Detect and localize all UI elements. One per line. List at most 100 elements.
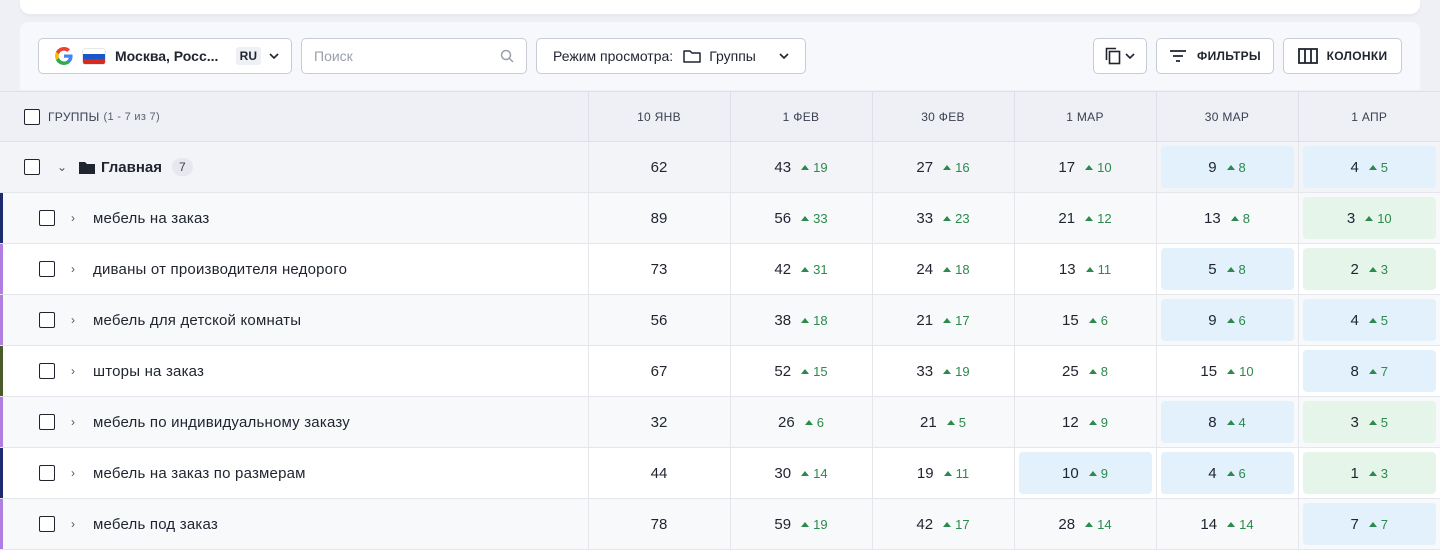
copy-icon xyxy=(1105,47,1121,65)
position-value-box: 56 xyxy=(593,299,726,341)
delta-value: 12 xyxy=(1097,210,1112,226)
position-value: 52 xyxy=(774,362,792,380)
position-cell: 13 8 xyxy=(1156,192,1299,244)
position-cell: 56 xyxy=(588,294,731,346)
position-value-box: 89 xyxy=(593,197,726,239)
position-delta: 5 xyxy=(1368,159,1389,175)
row-checkbox[interactable] xyxy=(24,159,40,175)
delta-value: 4 xyxy=(1238,414,1246,430)
position-cell: 25 8 xyxy=(1014,345,1157,397)
position-value-box: 23 xyxy=(1302,248,1436,290)
position-value: 21 xyxy=(916,311,934,329)
view-mode-select[interactable]: Режим просмотра: Группы xyxy=(536,38,806,74)
delta-value: 9 xyxy=(1100,465,1108,481)
chevron-right-icon[interactable]: › xyxy=(71,262,81,276)
search-input[interactable]: Поиск xyxy=(301,38,527,74)
keyword-row[interactable]: › мебель под заказ 78 59 19 42 17 28 14 14 14 7 7 xyxy=(0,498,1440,550)
row-checkbox[interactable] xyxy=(39,210,55,226)
delta-value: 33 xyxy=(813,210,828,226)
chevron-right-icon[interactable]: › xyxy=(71,517,81,531)
region-select[interactable]: Москва, Росс... RU xyxy=(38,38,292,74)
position-value-box: 59 19 xyxy=(735,503,868,545)
filters-button[interactable]: ФИЛЬТРЫ xyxy=(1156,38,1274,74)
row-checkbox[interactable] xyxy=(39,363,55,379)
keyword-row[interactable]: › диваны от производителя недорого 73 42 31 2… xyxy=(0,243,1440,295)
arrow-up-icon xyxy=(1227,521,1236,527)
group-row-main[interactable]: ⌄ Главная 7 62 43 19 27 16 17 10 9 8 4 5 xyxy=(0,141,1440,193)
position-delta: 18 xyxy=(943,262,970,277)
position-value: 8 xyxy=(1350,362,1359,380)
position-delta: 17 xyxy=(943,517,970,532)
row-checkbox[interactable] xyxy=(39,312,55,328)
arrow-up-icon xyxy=(1088,470,1097,476)
keyword-row[interactable]: › шторы на заказ 67 52 15 33 19 25 8 15 10 8 7 xyxy=(0,345,1440,397)
position-value: 3 xyxy=(1346,209,1356,227)
date-column-header[interactable]: 1 АПР xyxy=(1298,91,1440,142)
row-color-marker xyxy=(0,448,3,498)
select-all-checkbox[interactable] xyxy=(24,108,40,125)
position-value-box: 62 xyxy=(593,146,726,188)
position-value: 12 xyxy=(1062,413,1079,431)
chevron-right-icon[interactable]: › xyxy=(71,364,81,378)
keyword-row[interactable]: › мебель на заказ по размерам 44 30 14 19 11 10… xyxy=(0,447,1440,499)
delta-value: 5 xyxy=(958,414,966,430)
top-panel xyxy=(20,0,1420,14)
keyword-row[interactable]: › мебель на заказ 89 56 33 33 23 21 12 13 8 3 10 xyxy=(0,192,1440,244)
row-checkbox[interactable] xyxy=(39,261,55,277)
chevron-right-icon[interactable]: › xyxy=(71,415,81,429)
keyword-row[interactable]: › мебель для детской комнаты 56 38 18 21 17 15 6… xyxy=(0,294,1440,346)
position-value: 17 xyxy=(1058,158,1076,176)
columns-button[interactable]: КОЛОНКИ xyxy=(1283,38,1402,74)
position-value: 5 xyxy=(1208,260,1217,278)
date-column-header[interactable]: 30 МАР xyxy=(1156,91,1299,142)
arrow-up-icon xyxy=(1230,215,1239,221)
position-delta: 19 xyxy=(943,364,970,379)
position-cell: 30 14 xyxy=(730,447,873,499)
date-column-header[interactable]: 1 МАР xyxy=(1014,91,1157,142)
position-value-box: 52 15 xyxy=(735,350,868,392)
position-delta: 19 xyxy=(801,517,828,532)
arrow-up-icon xyxy=(801,164,810,170)
position-delta: 3 xyxy=(1368,466,1388,481)
position-delta: 14 xyxy=(1085,517,1112,532)
chevron-right-icon[interactable]: › xyxy=(71,466,81,480)
chevron-right-icon[interactable]: › xyxy=(71,211,81,225)
google-icon xyxy=(55,47,73,65)
date-column-header[interactable]: 10 ЯНВ xyxy=(588,91,731,142)
position-value: 44 xyxy=(650,464,668,482)
position-delta: 14 xyxy=(801,466,828,481)
chevron-down-icon[interactable]: ⌄ xyxy=(57,160,67,174)
delta-value: 9 xyxy=(1100,414,1108,430)
position-value-box: 45 xyxy=(1302,299,1436,341)
position-value: 21 xyxy=(920,413,937,431)
row-color-marker xyxy=(0,295,3,345)
position-cell: 84 xyxy=(1156,396,1299,448)
position-delta: 33 xyxy=(801,210,828,226)
delta-value: 11 xyxy=(955,465,970,481)
date-column-header[interactable]: 1 ФЕВ xyxy=(730,91,873,142)
date-column-header[interactable]: 30 ФЕВ xyxy=(872,91,1015,142)
position-value: 33 xyxy=(916,362,934,380)
position-cell: 38 18 xyxy=(730,294,873,346)
position-cell: 58 xyxy=(1156,243,1299,295)
delta-value: 31 xyxy=(813,261,828,277)
position-delta: 12 xyxy=(1085,210,1112,226)
position-value: 7 xyxy=(1350,515,1359,533)
row-checkbox[interactable] xyxy=(39,516,55,532)
region-label: Москва, Росс... xyxy=(115,48,219,64)
position-cell: 26 6 xyxy=(730,396,873,448)
position-value-box: 44 xyxy=(593,452,726,494)
chevron-right-icon[interactable]: › xyxy=(71,313,81,327)
position-value: 2 xyxy=(1350,260,1359,278)
position-value-box: 32 xyxy=(593,401,726,443)
position-value-box: 42 17 xyxy=(877,503,1010,545)
row-checkbox[interactable] xyxy=(39,414,55,430)
row-checkbox[interactable] xyxy=(39,465,55,481)
copy-button[interactable] xyxy=(1093,38,1147,74)
position-cell: 28 14 xyxy=(1014,498,1157,550)
keyword-row[interactable]: › мебель по индивидуальному заказу 32 26 6 21… xyxy=(0,396,1440,448)
arrow-up-icon xyxy=(1226,266,1235,272)
delta-value: 3 xyxy=(1380,261,1389,277)
position-value-box: 15 10 xyxy=(1161,350,1294,392)
delta-value: 5 xyxy=(1380,159,1389,175)
